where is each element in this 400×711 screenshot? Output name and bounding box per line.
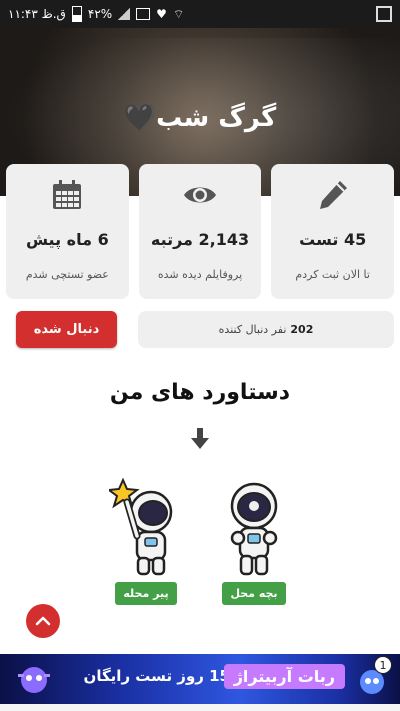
profile-name: گرگ شب (156, 103, 277, 133)
ad-brand-text: ربات آربیتراژ (223, 664, 345, 689)
astronaut-star-icon (106, 477, 173, 576)
stat-value: 6 ماه پیش (25, 230, 109, 249)
ad-offer-text: 15 روز تست رایگان (83, 667, 230, 685)
followers-number: 202 (290, 323, 314, 336)
ad-banner[interactable]: 15 روز تست رایگان ربات آربیتراژ 1 (0, 654, 400, 704)
signal-icon (118, 8, 131, 20)
stat-label: عضو تستچی شدم (25, 268, 109, 281)
astronaut-icon (230, 482, 278, 576)
follow-button[interactable]: دنبال شده (16, 311, 117, 348)
ad-badge: 1 (374, 656, 392, 674)
stats-cards: 6 ماه پیش عضو تستچی شدم 2,143 مرتبه پروف… (6, 164, 395, 299)
wifi-icon: ⌔ (172, 6, 185, 21)
heart-icon: 🖤 (123, 103, 157, 133)
stat-label: پروفایلم دیده شده (157, 268, 243, 281)
robot-mascot-icon (18, 667, 50, 693)
achievement-item[interactable]: پیر محله (106, 477, 186, 605)
heart-notification-icon: ♥ (156, 7, 167, 21)
followers-label: نفر دنبال کننده (218, 323, 287, 336)
stat-card-membership: 6 ماه پیش عضو تستچی شدم (6, 164, 129, 299)
gallery-notification-icon (136, 8, 151, 20)
calendar-icon (53, 180, 82, 209)
stat-card-tests: 45 تست تا الان ثبت کردم (271, 164, 395, 299)
battery-level: ۴۲% (87, 7, 113, 21)
battery-icon (71, 6, 82, 22)
scroll-top-button[interactable] (26, 604, 60, 638)
arrow-down-icon (191, 428, 209, 449)
status-bar: ۱۱:۴۳ ق.ظ ۴۲% ♥ ⌔ (0, 0, 400, 28)
followers-count[interactable]: 202 نفر دنبال کننده (138, 311, 394, 348)
clock: ۱۱:۴۳ ق.ظ (8, 7, 66, 21)
stat-label: تا الان ثبت کردم (295, 268, 370, 281)
stat-card-views: 2,143 مرتبه پروفایلم دیده شده (138, 164, 262, 299)
achievement-item[interactable]: بچه محل (218, 478, 290, 605)
pencil-icon (319, 181, 347, 209)
profile-name-row: گرگ شب🖤 (0, 103, 400, 133)
status-left: ۱۱:۴۳ ق.ظ ۴۲% ♥ ⌔ (8, 6, 184, 22)
chevron-up-icon (35, 616, 51, 626)
stat-value: 45 تست (299, 230, 367, 249)
eye-icon (184, 187, 216, 203)
stat-value: 2,143 مرتبه (150, 230, 250, 249)
achievement-label: بچه محل (222, 582, 286, 605)
achievements-title: دستاورد های من (109, 380, 291, 405)
achievement-label: پیر محله (115, 582, 177, 605)
bottom-strip (0, 704, 400, 711)
screenshot-icon (376, 6, 392, 22)
